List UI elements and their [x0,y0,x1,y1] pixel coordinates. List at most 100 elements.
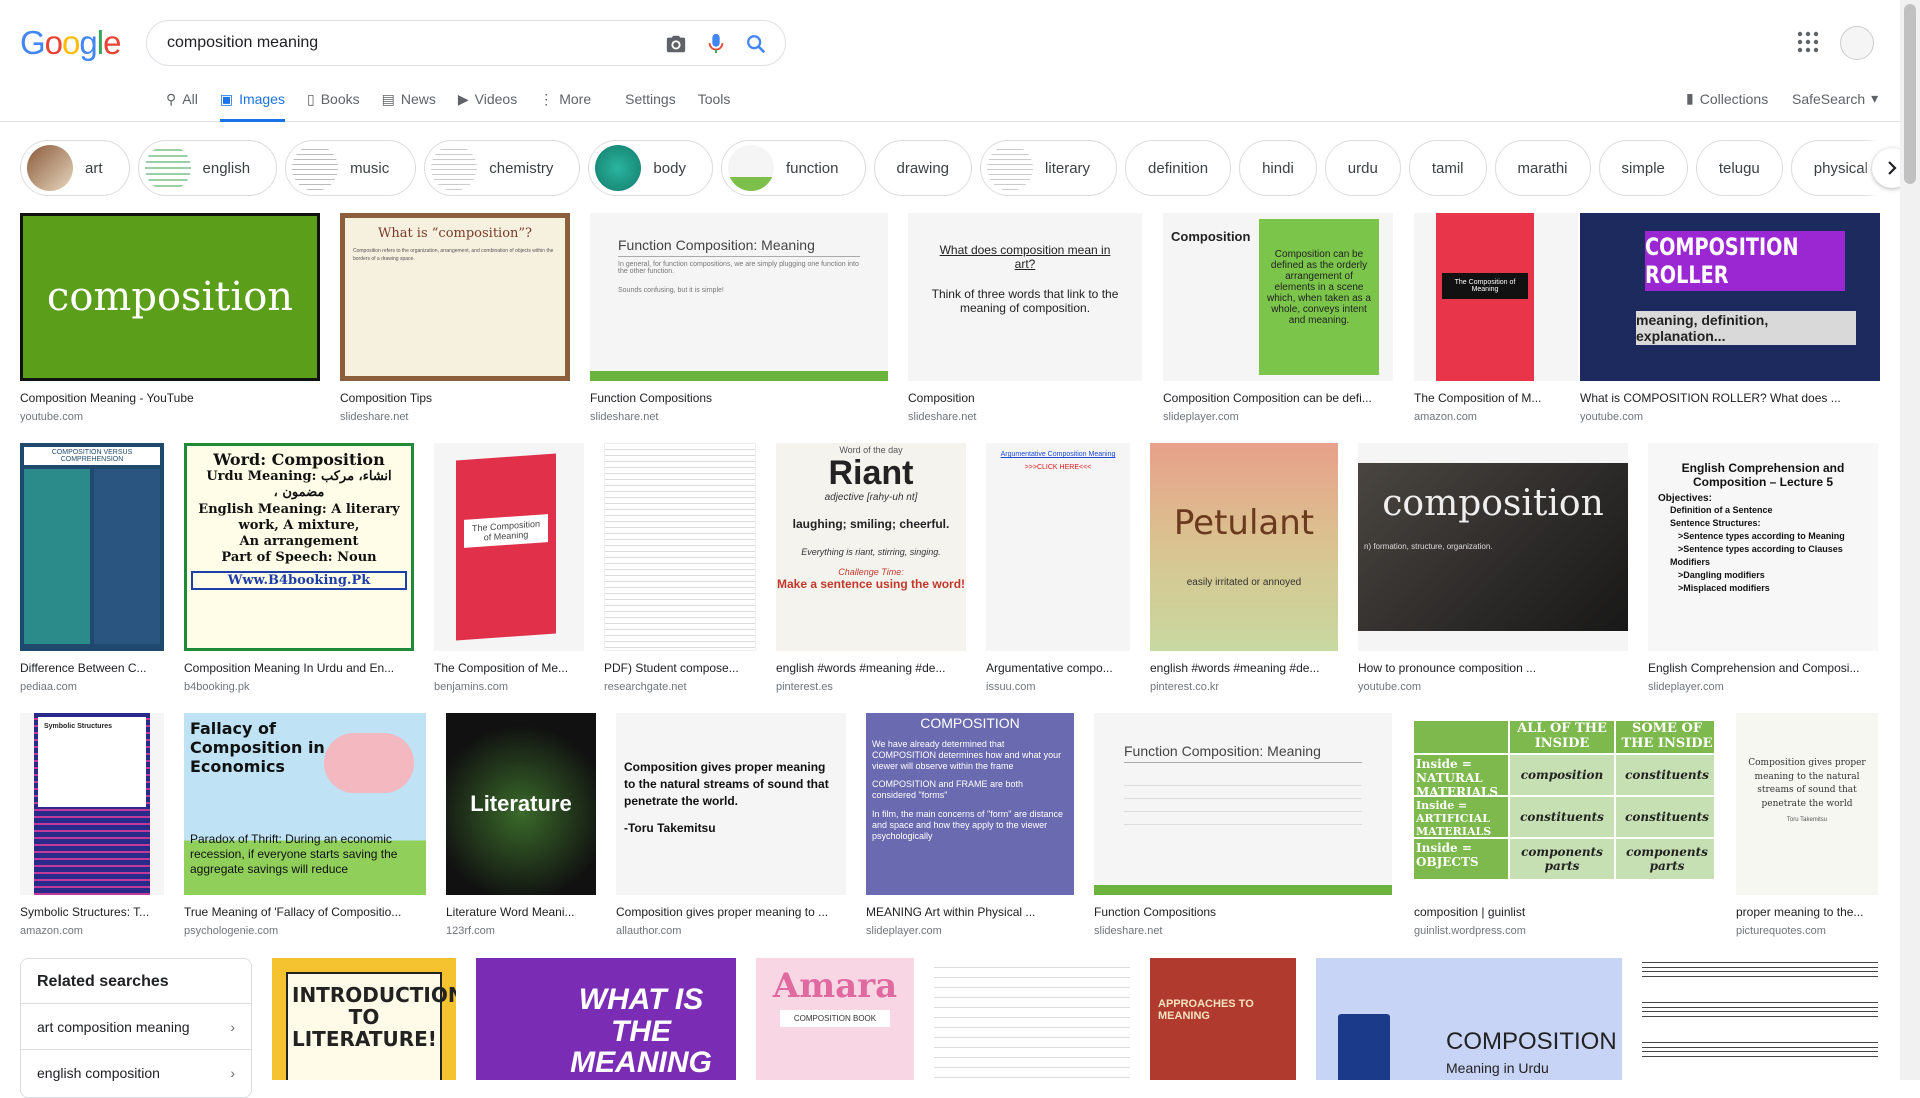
tab-settings[interactable]: Settings [625,86,676,122]
result-caption: Function Compositions [1094,905,1217,919]
chip-urdu[interactable]: urdu [1324,140,1401,196]
tab-settings-label: Settings [625,91,676,107]
chip-telugu[interactable]: telugu [1695,140,1783,196]
result-caption: PDF) Student compose... [604,661,739,675]
chip-drawing[interactable]: drawing [873,140,973,196]
microphone-icon[interactable] [703,31,729,57]
result-caption: The Composition of M... [1414,391,1542,405]
image-result[interactable]: Word: Composition Urdu Meaning: انشاء، م… [184,443,414,693]
tab-more[interactable]: ⋮ More [539,86,591,122]
chip-music[interactable]: music [285,140,417,196]
result-caption: Argumentative compo... [986,661,1113,675]
image-result[interactable]: Literature Literature Word Meani... 123r… [446,713,596,937]
image-result[interactable]: Fallacy of Composition in Economics Para… [184,713,426,937]
thumb-text: Urdu Meaning: انشاء، مرکب [206,469,392,484]
image-result[interactable]: Function Composition: Meaning Function C… [1094,713,1392,937]
search-input[interactable] [167,21,647,65]
related-search-item[interactable]: art composition meaning › [21,1003,251,1049]
thumb-text: Paradox of Thrift: During an economic re… [190,832,398,876]
related-search-item[interactable]: english composition › [21,1049,251,1095]
image-result[interactable]: ALL OF THE INSIDE SOME OF THE INSIDE Ins… [1414,713,1714,937]
apps-grid-icon[interactable] [1796,30,1822,56]
image-result[interactable]: English Comprehension and Composition – … [1648,443,1878,693]
thumb-text: English Meaning: A literary [198,501,400,517]
image-result[interactable] [1642,958,1878,1080]
table-cell: constituents [1616,797,1714,837]
table-cell: components parts [1510,839,1614,879]
image-result[interactable]: COMPOSITION VERSUS COMPREHENSION Differe… [20,443,164,693]
image-result[interactable]: APPROACHES TO MEANING [1150,958,1296,1080]
image-result[interactable]: COMPOSITION We have already determined t… [866,713,1074,937]
tab-videos[interactable]: ▶ Videos [458,86,517,122]
image-result[interactable]: Composition gives proper meaning to the … [1736,713,1878,937]
camera-icon[interactable] [663,31,689,57]
thumb-text: work, A mixture, [238,517,360,533]
image-result[interactable]: Amara COMPOSITION BOOK [756,958,914,1080]
account-avatar[interactable] [1840,26,1874,60]
chip-function[interactable]: function [720,140,866,196]
safesearch-button[interactable]: SafeSearch ▾ [1792,90,1878,107]
chip-simple[interactable]: simple [1598,140,1688,196]
result-thumbnail [604,443,756,651]
image-result[interactable]: Composition Composition can be defined a… [1163,213,1393,423]
search-box [146,20,786,66]
result-source: picturequotes.com [1736,925,1826,937]
chip-literary[interactable]: literary [980,140,1118,196]
thumb-text: meaning, definition, explanation... [1636,311,1856,345]
chip-art[interactable]: art [20,140,130,196]
chip-tamil[interactable]: tamil [1408,140,1487,196]
result-caption: Symbolic Structures: T... [20,905,150,919]
chip-marathi[interactable]: marathi [1494,140,1591,196]
image-result[interactable]: Composition gives proper meaning to the … [616,713,846,937]
result-caption: True Meaning of 'Fallacy of Compositio..… [184,905,402,919]
result-thumbnail: Literature [446,713,596,895]
tab-news-label: News [400,91,436,107]
image-result[interactable]: Petulant easily irritated or annoyed eng… [1150,443,1338,693]
collections-button[interactable]: ▮ Collections [1686,90,1768,107]
image-result[interactable]: Symbolic Structures Symbolic Structures:… [20,713,164,937]
image-result[interactable]: WHAT IS THE MEANING OF THE TERM [476,958,736,1080]
thumb-text: Make a sentence using the word! [776,577,966,592]
result-caption: Function Compositions [590,391,713,405]
chip-english[interactable]: english [137,140,278,196]
result-thumbnail: Composition Composition can be defined a… [1163,213,1393,381]
result-thumbnail: Function Composition: Meaning [1094,713,1392,895]
chip-definition[interactable]: definition [1125,140,1232,196]
tab-news[interactable]: ▤ News [382,86,436,122]
result-thumbnail: COMPOSITION Meaning in Urdu [1316,958,1622,1080]
image-result[interactable]: PDF) Student compose... researchgate.net [604,443,756,693]
table-cell: Inside = NATURAL MATERIALS [1414,755,1508,799]
thumb-text: English Comprehension and Composition – … [1681,461,1845,489]
image-result[interactable]: The Composition of Meaning The Compositi… [1414,213,1578,423]
image-result[interactable]: The Composition of Meaning The Compositi… [434,443,584,693]
image-result[interactable] [934,958,1130,1080]
image-result[interactable]: Word of the day Riant adjective [rahy-uh… [776,443,966,693]
math-lines [1124,773,1362,833]
image-result[interactable]: composition n) formation, structure, org… [1358,443,1628,693]
google-logo[interactable]: Google [20,24,121,62]
image-result[interactable]: COMPOSITION Meaning in Urdu [1316,958,1622,1080]
tab-books[interactable]: ▯ Books [307,86,360,122]
result-source: guinlist.wordpress.com [1414,925,1526,937]
thumb-text: COMPOSITION [920,715,1020,731]
tab-all[interactable]: ⚲ All [166,86,198,122]
tab-images[interactable]: ▣ Images [219,86,285,122]
thumb-text: >>>CLICK HERE<<< [1024,464,1092,471]
image-result[interactable]: COMPOSITION ROLLER meaning, definition, … [1580,213,1880,423]
chip-hindi[interactable]: hindi [1239,140,1317,196]
search-icon[interactable] [743,31,769,57]
scrollbar-thumb[interactable] [1904,4,1916,184]
image-result[interactable]: Function Composition: Meaning In general… [590,213,888,423]
chip-chemistry[interactable]: chemistry [424,140,581,196]
chip-body[interactable]: body [588,140,713,196]
image-result[interactable]: INTRODUCTION TO LITERATURE! [272,958,456,1080]
page-scrollbar[interactable] [1900,0,1920,1080]
thumb-text: An arrangement [239,534,359,549]
chip-label: marathi [1517,159,1568,177]
tab-tools[interactable]: Tools [698,86,731,122]
image-result[interactable]: What does composition mean in art? Think… [908,213,1142,423]
chip-label: music [350,159,390,177]
image-result[interactable]: composition Composition Meaning - YouTub… [20,213,320,423]
image-result[interactable]: What is “composition”? Composition refer… [340,213,570,423]
image-result[interactable]: Argumentative Composition Meaning >>>CLI… [986,443,1130,693]
